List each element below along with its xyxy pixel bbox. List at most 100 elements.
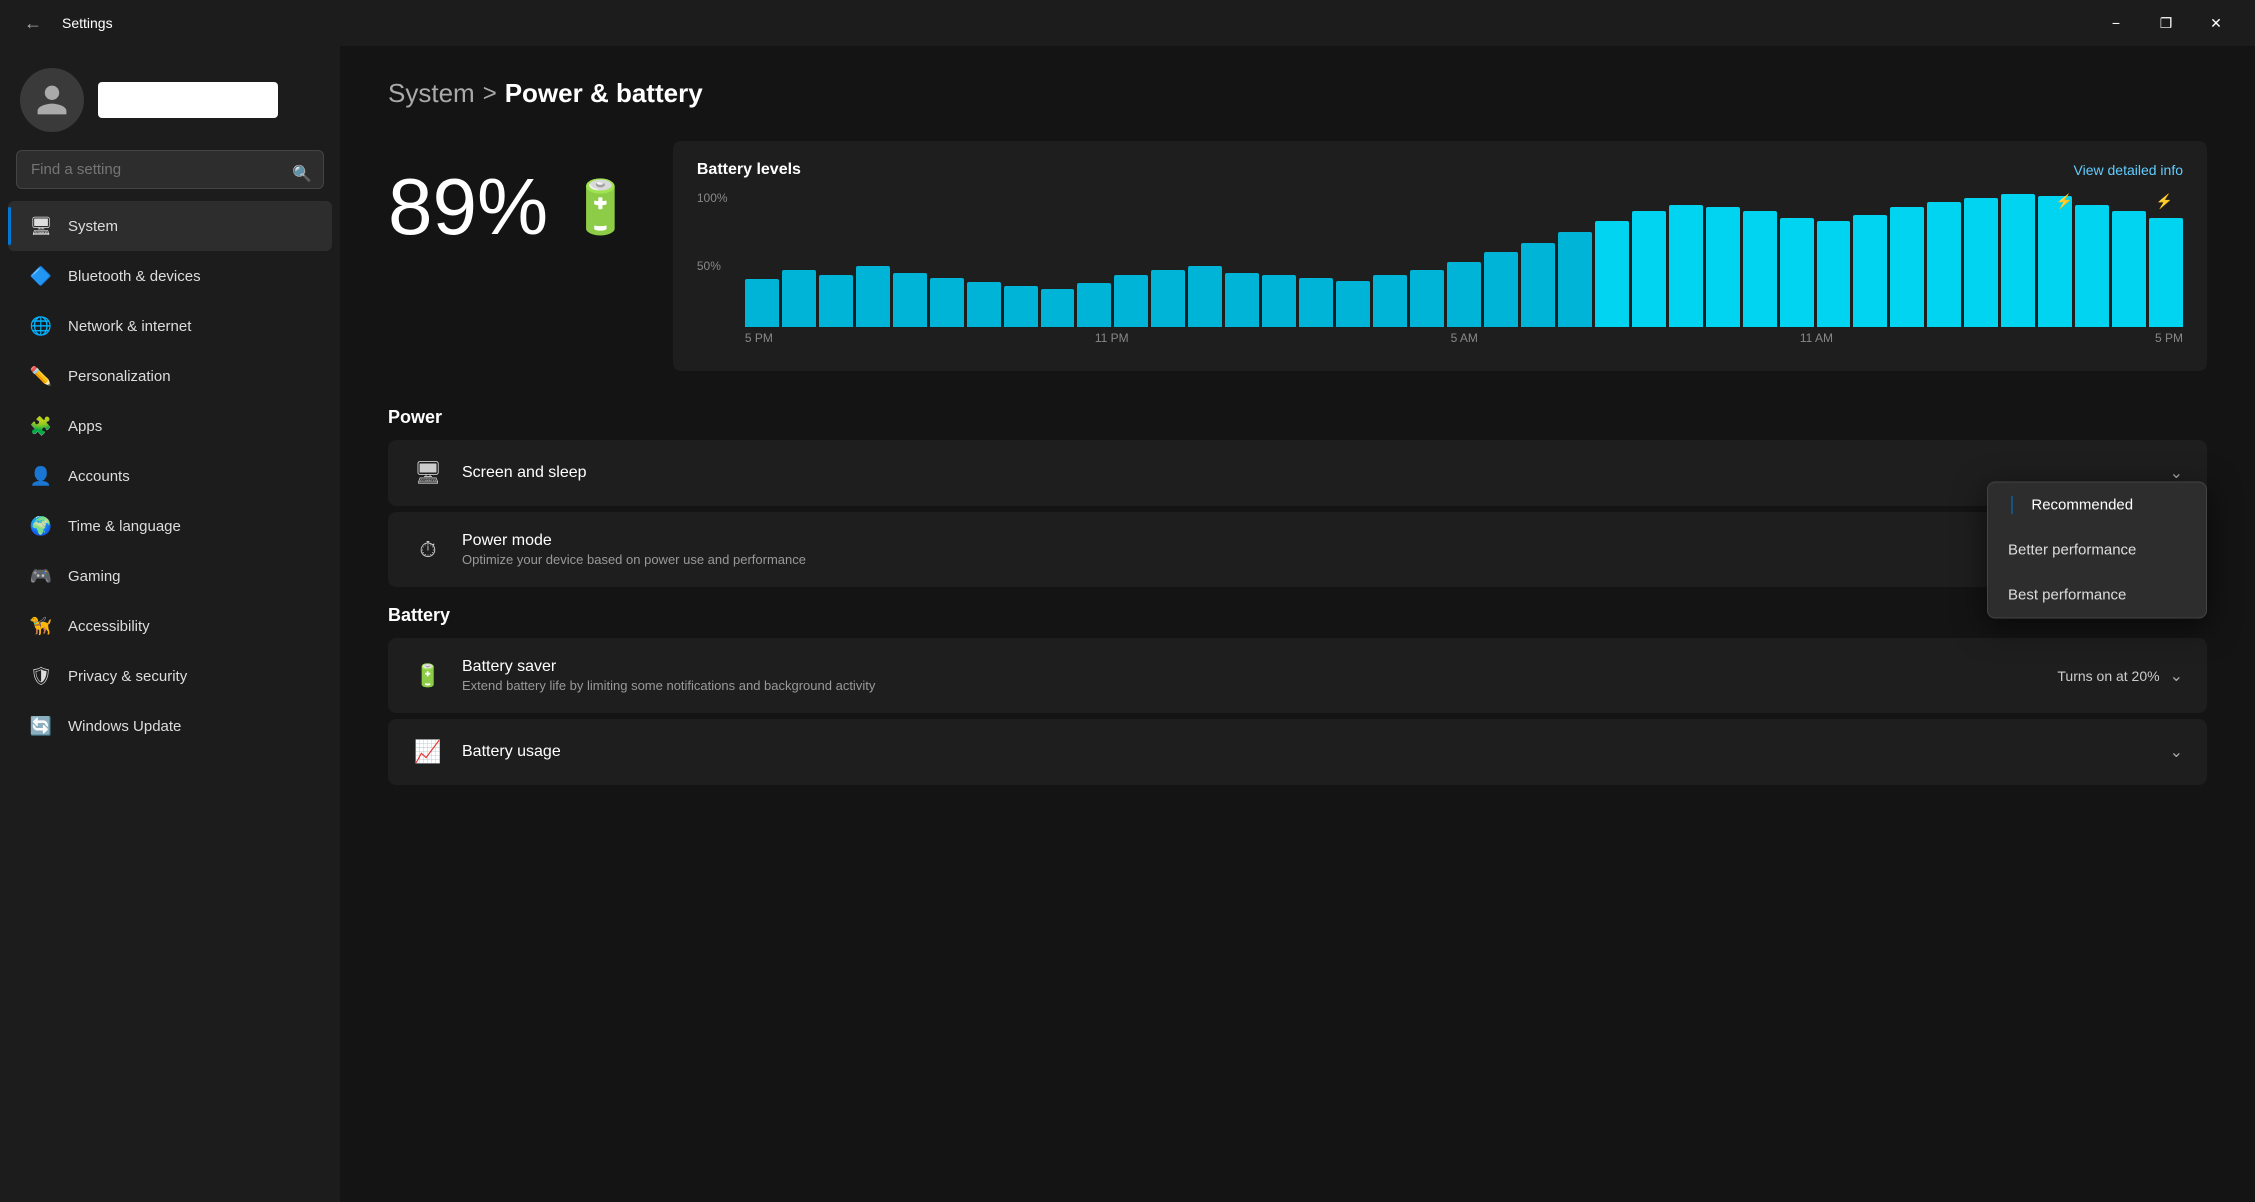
view-detailed-info-link[interactable]: View detailed info <box>2074 162 2183 178</box>
user-area[interactable] <box>0 58 340 148</box>
sidebar-item-accessibility[interactable]: 🦮 Accessibility <box>8 601 332 651</box>
search-input[interactable] <box>16 150 324 189</box>
chart-bar-27 <box>1743 211 1777 327</box>
battery-saver-title: Battery saver <box>462 658 2039 676</box>
nav-label-network: Network & internet <box>68 318 191 335</box>
back-button[interactable]: ← <box>16 9 50 38</box>
battery-usage-card: 📈 Battery usage ⌄ <box>388 719 2207 785</box>
nav-icon-accessibility: 🦮 <box>28 613 54 639</box>
close-button[interactable]: ✕ <box>2193 7 2239 39</box>
titlebar: ← Settings − ❐ ✕ <box>0 0 2255 46</box>
battery-usage-text: Battery usage <box>462 743 2152 761</box>
chart-area: 100% 50% 5 PM 11 PM 5 AM 11 AM 5 PM ⚡ <box>697 191 2183 351</box>
maximize-button[interactable]: ❐ <box>2143 7 2189 39</box>
search-container: 🔍 <box>0 150 340 199</box>
chart-bar-26 <box>1706 207 1740 327</box>
nav-label-accounts: Accounts <box>68 468 130 485</box>
nav-icon-network: 🌐 <box>28 313 54 339</box>
sidebar-item-windows-update[interactable]: 🔄 Windows Update <box>8 701 332 751</box>
battery-saver-subtitle: Extend battery life by limiting some not… <box>462 678 2039 693</box>
nav-icon-bluetooth: 🔷 <box>28 263 54 289</box>
chart-bar-3 <box>856 266 890 327</box>
breadcrumb: System > Power & battery <box>388 78 2207 109</box>
chart-bar-20 <box>1484 252 1518 327</box>
chart-bar-35 <box>2038 196 2072 327</box>
chart-bar-23 <box>1595 221 1629 327</box>
nav-label-gaming: Gaming <box>68 568 121 585</box>
avatar <box>20 68 84 132</box>
dropdown-item-best-performance[interactable]: Best performance <box>1988 572 2206 617</box>
chart-bar-31 <box>1890 207 1924 327</box>
chart-bars <box>745 191 2183 327</box>
sidebar-item-network[interactable]: 🌐 Network & internet <box>8 301 332 351</box>
chart-bar-37 <box>2112 211 2146 327</box>
nav-label-privacy: Privacy & security <box>68 668 187 685</box>
chart-title: Battery levels <box>697 161 801 179</box>
y-label-50: 50% <box>697 259 741 273</box>
battery-saver-value: Turns on at 20% <box>2057 668 2159 684</box>
dropdown-item-better-performance[interactable]: Better performance <box>1988 527 2206 572</box>
screen-sleep-card: 🖥 Screen and sleep ⌄ <box>388 440 2207 506</box>
chart-bar-5 <box>930 278 964 327</box>
chart-bar-8 <box>1041 289 1075 327</box>
screen-sleep-text: Screen and sleep <box>462 464 2152 482</box>
chart-bar-22 <box>1558 232 1592 327</box>
chart-bar-1 <box>782 270 816 327</box>
chart-bar-15 <box>1299 278 1333 327</box>
sidebar-item-personalization[interactable]: ✏️ Personalization <box>8 351 332 401</box>
sidebar-item-apps[interactable]: 🧩 Apps <box>8 401 332 451</box>
dropdown-item-recommended[interactable]: Recommended <box>1988 482 2206 527</box>
user-name-box <box>98 82 278 118</box>
sidebar-item-privacy[interactable]: 🛡 Privacy & security <box>8 651 332 701</box>
power-mode-title: Power mode <box>462 532 2183 550</box>
nav-icon-gaming: 🎮 <box>28 563 54 589</box>
battery-icon: 🔋 <box>568 177 633 238</box>
chart-bar-14 <box>1262 275 1296 327</box>
battery-saver-text: Battery saver Extend battery life by lim… <box>462 658 2039 693</box>
power-mode-dropdown[interactable]: Recommended Better performance Best perf… <box>1987 481 2207 618</box>
battery-percent-value: 89% <box>388 161 548 253</box>
chart-bar-4 <box>893 273 927 327</box>
screen-sleep-chevron-icon: ⌄ <box>2170 463 2183 483</box>
search-icon: 🔍 <box>292 164 312 184</box>
chart-bar-30 <box>1853 215 1887 327</box>
battery-saver-row[interactable]: 🔋 Battery saver Extend battery life by l… <box>388 638 2207 713</box>
screen-sleep-icon: 🖥 <box>412 460 444 486</box>
nav-icon-personalization: ✏️ <box>28 363 54 389</box>
sidebar-item-bluetooth[interactable]: 🔷 Bluetooth & devices <box>8 251 332 301</box>
battery-usage-row[interactable]: 📈 Battery usage ⌄ <box>388 719 2207 785</box>
dropdown-item-recommended-label: Recommended <box>2031 496 2133 513</box>
power-mode-row[interactable]: ⏱ Power mode Optimize your device based … <box>388 512 2207 587</box>
power-mode-subtitle: Optimize your device based on power use … <box>462 552 2183 567</box>
battery-usage-title: Battery usage <box>462 743 2152 761</box>
user-icon <box>34 82 70 118</box>
nav-label-system: System <box>68 218 118 235</box>
nav-label-time: Time & language <box>68 518 181 535</box>
titlebar-controls: − ❐ ✕ <box>2093 7 2239 39</box>
sidebar-item-accounts[interactable]: 👤 Accounts <box>8 451 332 501</box>
breadcrumb-parent: System <box>388 78 475 109</box>
nav-label-accessibility: Accessibility <box>68 618 150 635</box>
screen-sleep-row[interactable]: 🖥 Screen and sleep ⌄ <box>388 440 2207 506</box>
titlebar-title: Settings <box>62 15 113 31</box>
x-label-11am: 11 AM <box>1800 331 1833 351</box>
charge-pin-1: ⚡ <box>2056 193 2073 210</box>
x-label-5am: 5 AM <box>1451 331 1478 351</box>
chart-bar-33 <box>1964 198 1998 327</box>
sidebar-item-system[interactable]: 🖥 System <box>8 201 332 251</box>
chart-bar-6 <box>967 282 1001 327</box>
sidebar-item-time[interactable]: 🌍 Time & language <box>8 501 332 551</box>
minimize-button[interactable]: − <box>2093 7 2139 39</box>
nav-icon-system: 🖥 <box>28 213 54 239</box>
battery-saver-icon: 🔋 <box>412 663 444 689</box>
nav-items-container: 🖥 System 🔷 Bluetooth & devices 🌐 Network… <box>0 201 340 751</box>
chart-bar-10 <box>1114 275 1148 327</box>
x-label-5pm-end: 5 PM <box>2155 331 2183 351</box>
chart-bar-0 <box>745 279 779 327</box>
screen-sleep-title: Screen and sleep <box>462 464 2152 482</box>
sidebar-item-gaming[interactable]: 🎮 Gaming <box>8 551 332 601</box>
breadcrumb-current: Power & battery <box>505 78 703 109</box>
chart-bar-12 <box>1188 266 1222 327</box>
main-layout: 🔍 🖥 System 🔷 Bluetooth & devices 🌐 Netwo… <box>0 46 2255 1202</box>
chart-y-labels: 100% 50% <box>697 191 741 327</box>
